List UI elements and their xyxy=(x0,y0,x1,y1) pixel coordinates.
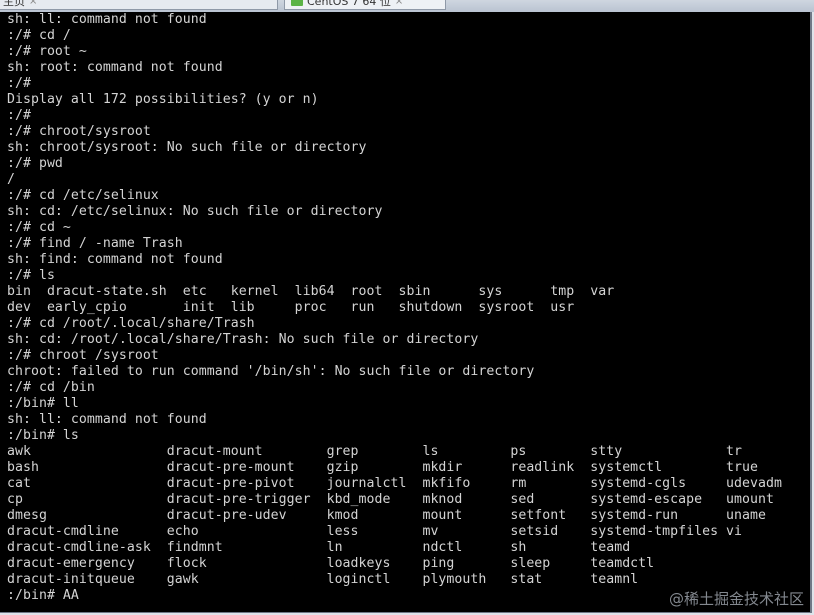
terminal-line: :/# chroot /sysroot xyxy=(7,348,159,363)
terminal-line: sh: root: command not found xyxy=(7,60,223,75)
terminal-line: sh: ll: command not found xyxy=(7,412,207,427)
terminal-screen[interactable]: sh: ll: command not found:/# cd /:/# roo… xyxy=(7,12,807,612)
terminal-line: chroot: failed to run command '/bin/sh':… xyxy=(7,364,535,379)
terminal-line: :/# cd ~ xyxy=(7,220,71,235)
terminal-line: dmesg dracut-pre-udev kmod mount setfont… xyxy=(7,508,767,523)
terminal-line: cp dracut-pre-trigger kbd_mode mknod sed… xyxy=(7,492,774,507)
terminal-line: :/# xyxy=(7,76,31,91)
terminal-line: dracut-initqueue gawk loginctl plymouth … xyxy=(7,572,639,587)
terminal-line: :/# xyxy=(7,108,31,123)
terminal-line: :/# cd /root/.local/share/Trash xyxy=(7,316,255,331)
terminal-line: sh: cd: /etc/selinux: No such file or di… xyxy=(7,204,383,219)
terminal-line: / xyxy=(7,172,15,187)
terminal-line: sh: ll: command not found xyxy=(7,12,207,27)
terminal-line: :/# cd / xyxy=(7,28,71,43)
terminal-line: sh: chroot/sysroot: No such file or dire… xyxy=(7,140,367,155)
terminal-line: dracut-cmdline-ask findmnt ln ndctl sh t… xyxy=(7,540,631,555)
terminal-line: :/# cd /bin xyxy=(7,380,95,395)
close-icon[interactable]: × xyxy=(29,0,37,9)
terminal-line: :/# pwd xyxy=(7,156,63,171)
close-icon[interactable]: × xyxy=(395,0,403,9)
terminal-line: :/bin# ls xyxy=(7,428,79,443)
terminal-line: Display all 172 possibilities? (y or n) xyxy=(7,92,319,107)
terminal-line: :/# find / -name Trash xyxy=(7,236,183,251)
terminal-console[interactable]: sh: ll: command not found:/# cd /:/# roo… xyxy=(0,12,812,613)
terminal-line: dev early_cpio init lib proc run shutdow… xyxy=(7,300,575,315)
tab-bar: 主页 × CentOS 7 64 位 × xyxy=(0,0,814,12)
terminal-line: dracut-cmdline echo less mv setsid syste… xyxy=(7,524,743,539)
terminal-line: awk dracut-mount grep ls ps stty tr xyxy=(7,444,743,459)
terminal-line: sh: cd: /root/.local/share/Trash: No suc… xyxy=(7,332,479,347)
watermark: @稀土掘金技术社区 xyxy=(668,590,804,608)
terminal-line: sh: find: command not found xyxy=(7,252,223,267)
terminal-line: :/# chroot/sysroot xyxy=(7,124,151,139)
tab-home-label: 主页 xyxy=(3,0,25,8)
vm-icon xyxy=(291,0,303,6)
tab-centos-vm-label: CentOS 7 64 位 xyxy=(307,0,391,8)
tab-home[interactable]: 主页 × xyxy=(0,0,278,10)
terminal-line: :/# cd /etc/selinux xyxy=(7,188,159,203)
tab-centos-vm[interactable]: CentOS 7 64 位 × xyxy=(284,0,446,10)
terminal-line: :/# ls xyxy=(7,268,55,283)
terminal-line: bin dracut-state.sh etc kernel lib64 roo… xyxy=(7,284,615,299)
terminal-line: cat dracut-pre-pivot journalctl mkfifo r… xyxy=(7,476,782,491)
terminal-line: dracut-emergency flock loadkeys ping sle… xyxy=(7,556,655,571)
terminal-line: :/bin# ll xyxy=(7,396,79,411)
terminal-line: :/# root ~ xyxy=(7,44,87,59)
terminal-line: bash dracut-pre-mount gzip mkdir readlin… xyxy=(7,460,759,475)
